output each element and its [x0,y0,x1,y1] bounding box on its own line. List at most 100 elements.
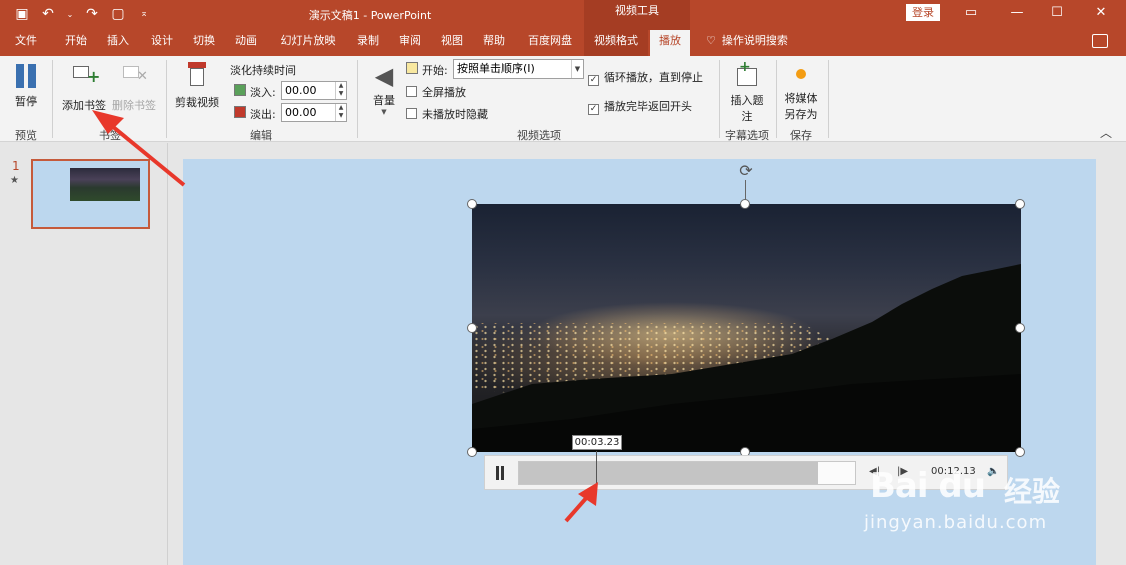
chevron-down-icon: ▼ [381,108,387,116]
preview-group-label: 预览 [15,129,37,142]
fade-in-label: 淡入: [250,86,276,99]
close-icon[interactable]: ✕ [1078,0,1124,24]
add-bookmark-label: 添加书签 [62,99,106,112]
fade-in-spinner[interactable]: 00.00 ▲ ▼ [281,81,347,100]
tab-review[interactable]: 审阅 [390,30,430,56]
rotate-handle-icon[interactable]: ⟳ [737,162,755,180]
start-select-value: 按照单击顺序(I) [457,62,535,75]
group-divider [828,60,829,138]
watermark-logo: Bai du [870,466,986,506]
bookmark-group-label: 书签 [99,129,121,142]
ribbon-display-options-icon[interactable]: ▭ [948,0,994,24]
tab-help[interactable]: 帮助 [474,30,514,56]
seek-bar[interactable] [518,461,856,485]
resize-handle[interactable] [467,199,477,209]
video-thumbnail-image [70,168,140,201]
chevron-down-icon[interactable]: ▼ [571,60,583,78]
tab-design[interactable]: 设计 [142,30,182,56]
powerpoint-window: ▣ ↶ ⌄ ↷ ▢ ⌅ 视频工具 演示文稿1 - PowerPoint 登录 ▭… [0,0,1126,565]
tab-home[interactable]: 开始 [56,30,96,56]
loop-checkbox[interactable]: ✓ 循环播放，直到停止 [588,69,703,86]
mountain-silhouette [472,264,1021,452]
pause-label: 暂停 [15,95,37,108]
tab-view[interactable]: 视图 [432,30,472,56]
checkbox-icon [406,108,417,119]
player-pause-icon[interactable] [493,465,507,481]
tab-playback[interactable]: 播放 [650,30,690,56]
hide-not-playing-checkbox[interactable]: 未播放时隐藏 [406,106,488,122]
group-divider [776,60,777,138]
pause-button[interactable]: 暂停 [6,60,46,120]
seek-progress [519,462,819,484]
insert-caption-label-1: 插入题 [730,94,764,107]
save-media-label-2: 另存为 [784,108,818,121]
checkmark-icon: ✓ [588,104,599,115]
remove-bookmark-button[interactable]: ✕ 删除书签 [108,60,160,120]
add-bookmark-icon: + [71,64,100,85]
save-media-button[interactable]: 将媒体 另存为 [778,60,824,124]
slide-thumbnails-pane: 1 ★ [0,143,168,565]
pause-icon [15,64,37,88]
tab-video-format[interactable]: 视频格式 [584,30,648,56]
baidu-jingyan-watermark: Bai du 经验 jingyan.baidu.com [864,466,1114,546]
tab-file[interactable]: 文件 [6,30,46,56]
fade-out-label: 淡出: [250,108,276,121]
tab-transitions[interactable]: 切换 [184,30,224,56]
volume-label: 音量 [373,94,395,107]
insert-caption-button[interactable]: + 插入题 注 [724,59,770,124]
slide-number: 1 [12,159,20,173]
bookmark-position-marker [596,451,597,485]
title-bar: ▣ ↶ ⌄ ↷ ▢ ⌅ 视频工具 演示文稿1 - PowerPoint 登录 ▭… [0,0,1126,30]
tell-me-search[interactable]: ♡ 操作说明搜索 [706,30,788,56]
fullscreen-checkbox[interactable]: 全屏播放 [406,84,466,100]
spinner-arrows-icon[interactable]: ▲ ▼ [335,104,346,121]
slide-thumbnail[interactable] [31,159,150,229]
insert-caption-icon: + [735,59,759,88]
tab-baidu-netdisk[interactable]: 百度网盘 [518,30,582,56]
collapse-ribbon-icon[interactable]: ︿ [1100,124,1112,141]
fade-out-spinner[interactable]: 00.00 ▲ ▼ [281,103,347,122]
checkbox-icon [406,86,417,97]
group-divider [52,60,53,138]
fullscreen-label: 全屏播放 [422,86,466,99]
comments-icon[interactable] [1092,34,1108,48]
trim-video-button[interactable]: 剪裁视频 [172,60,222,120]
start-icon [406,62,418,74]
resize-handle[interactable] [740,199,750,209]
insert-caption-label-2: 注 [741,110,753,123]
tab-slideshow[interactable]: 幻灯片放映 [270,30,346,56]
resize-handle[interactable] [467,323,477,333]
rewind-label: 播放完毕返回开头 [604,100,692,113]
fade-duration-label: 淡化持续时间 [230,64,296,77]
login-button[interactable]: 登录 [906,4,940,21]
bookmark-time-tooltip: 00:03.23 [572,435,622,450]
ribbon-playback: 暂停 预览 + 添加书签 ✕ 删除书签 书签 剪裁视频 淡化持续时间 淡入: 0… [0,56,1126,142]
volume-button[interactable]: ◀ 音量 ▼ [364,60,404,122]
speaker-icon: ◀ [374,62,394,90]
video-frame[interactable] [472,204,1021,452]
caption-group-label: 字幕选项 [725,129,769,142]
fade-in-value: 00.00 [285,84,317,97]
tab-animations[interactable]: 动画 [226,30,266,56]
tab-insert[interactable]: 插入 [98,30,138,56]
save-media-icon [796,69,806,79]
animation-star-icon: ★ [10,175,19,186]
save-group-label: 保存 [790,129,812,142]
remove-bookmark-icon: ✕ [121,64,148,84]
group-divider [357,60,358,138]
fade-in-icon [234,84,246,96]
tab-record[interactable]: 录制 [348,30,388,56]
document-title: 演示文稿1 - PowerPoint [308,9,432,22]
resize-handle[interactable] [1015,447,1025,457]
trim-video-label: 剪裁视频 [175,96,219,109]
resize-handle[interactable] [1015,323,1025,333]
rewind-checkbox[interactable]: ✓ 播放完毕返回开头 [588,98,692,115]
resize-handle[interactable] [467,447,477,457]
start-select[interactable]: 按照单击顺序(I) ▼ [453,59,584,79]
spinner-arrows-icon[interactable]: ▲ ▼ [335,82,346,99]
resize-handle[interactable] [1015,199,1025,209]
watermark-url: jingyan.baidu.com [864,512,1048,533]
maximize-icon[interactable]: ☐ [1034,0,1080,24]
add-bookmark-button[interactable]: + 添加书签 [58,60,110,120]
group-divider [166,60,167,138]
